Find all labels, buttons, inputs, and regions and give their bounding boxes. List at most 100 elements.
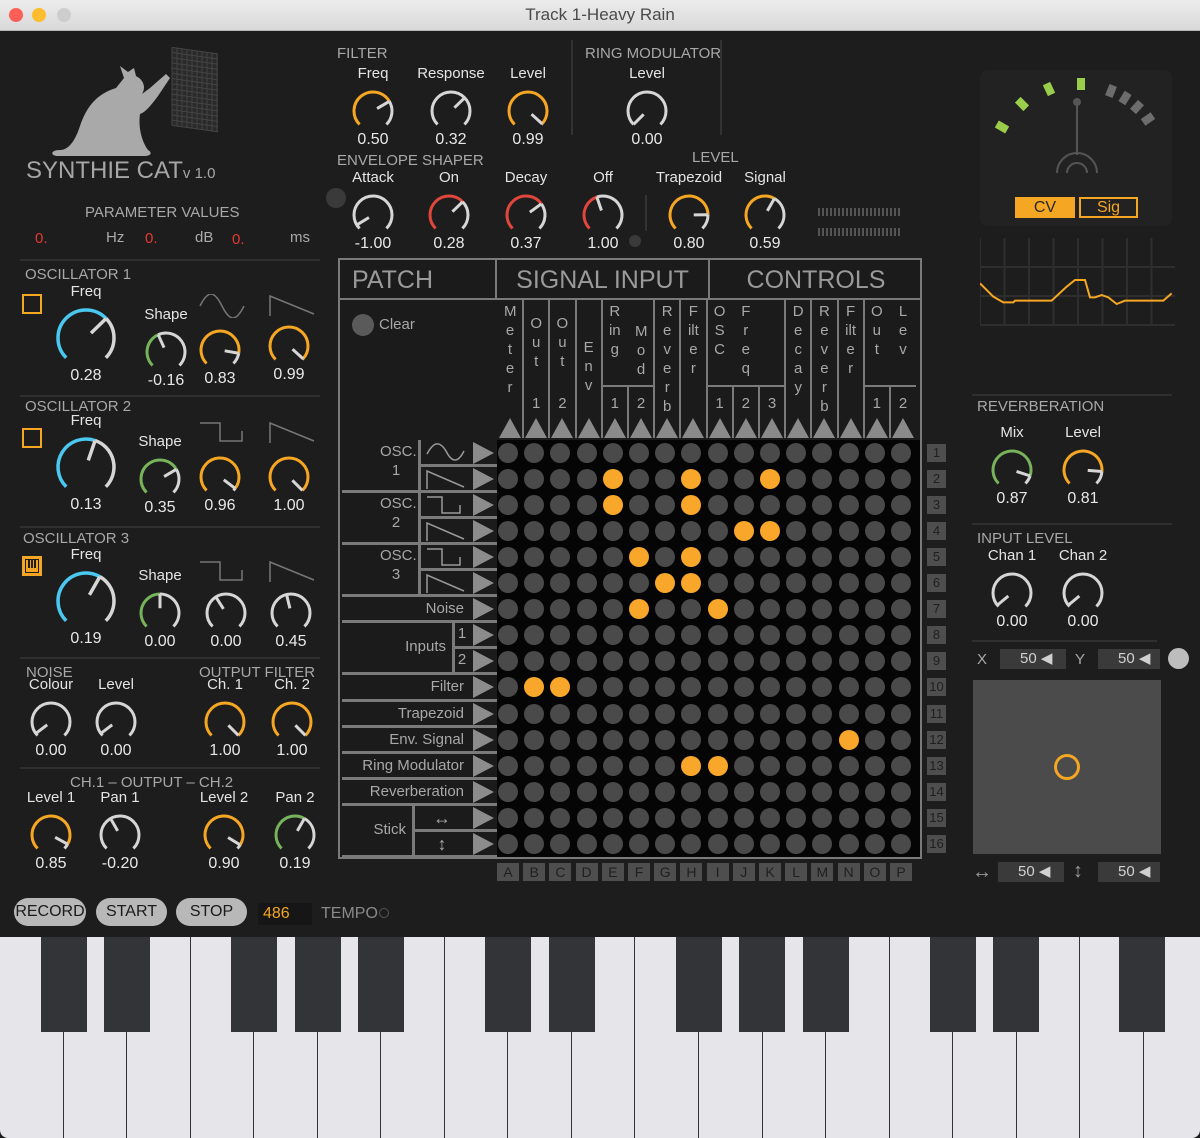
matrix-cell-B7[interactable] bbox=[524, 599, 545, 620]
matrix-cell-K8[interactable] bbox=[760, 625, 780, 646]
matrix-cell-B6[interactable] bbox=[524, 573, 545, 594]
xy-pad[interactable] bbox=[973, 680, 1161, 854]
row-output-triangle[interactable] bbox=[473, 650, 494, 673]
matrix-cell-E13[interactable] bbox=[602, 755, 623, 776]
matrix-cell-O8[interactable] bbox=[864, 625, 885, 646]
matrix-cell-G5[interactable] bbox=[655, 547, 676, 568]
matrix-cell-B4[interactable] bbox=[524, 521, 545, 542]
matrix-cell-E3[interactable] bbox=[602, 495, 623, 516]
piano-black-key[interactable] bbox=[231, 937, 277, 1032]
matrix-cell-J11[interactable] bbox=[733, 703, 754, 724]
matrix-cell-N15[interactable] bbox=[838, 807, 859, 828]
matrix-cell-P16[interactable] bbox=[891, 833, 911, 854]
row-output-triangle[interactable] bbox=[473, 624, 494, 647]
matrix-cell-H2[interactable] bbox=[681, 469, 702, 490]
matrix-cell-A1[interactable] bbox=[498, 443, 518, 463]
matrix-cell-E2[interactable] bbox=[602, 469, 623, 490]
knob-dial[interactable] bbox=[28, 699, 74, 745]
matrix-cell-M1[interactable] bbox=[812, 443, 833, 463]
matrix-cell-L6[interactable] bbox=[786, 573, 807, 594]
matrix-cell-I10[interactable] bbox=[707, 677, 728, 698]
knob-dial[interactable] bbox=[989, 447, 1035, 493]
piano-black-key[interactable] bbox=[739, 937, 785, 1032]
matrix-cell-E6[interactable] bbox=[602, 573, 623, 594]
matrix-cell-C6[interactable] bbox=[550, 573, 571, 594]
matrix-cell-K16[interactable] bbox=[760, 833, 780, 854]
matrix-cell-B3[interactable] bbox=[524, 495, 545, 516]
matrix-cell-F1[interactable] bbox=[629, 443, 649, 463]
matrix-cell-K15[interactable] bbox=[760, 807, 780, 828]
matrix-cell-O1[interactable] bbox=[864, 443, 885, 463]
matrix-cell-O15[interactable] bbox=[864, 807, 885, 828]
matrix-cell-J8[interactable] bbox=[733, 625, 754, 646]
matrix-cell-O11[interactable] bbox=[864, 703, 885, 724]
matrix-cell-J3[interactable] bbox=[733, 495, 754, 516]
piano-black-key[interactable] bbox=[358, 937, 404, 1032]
matrix-cell-O9[interactable] bbox=[864, 651, 885, 672]
matrix-cell-A14[interactable] bbox=[498, 781, 518, 802]
matrix-cell-J7[interactable] bbox=[733, 599, 754, 620]
matrix-cell-P6[interactable] bbox=[891, 573, 911, 594]
matrix-cell-J9[interactable] bbox=[733, 651, 754, 672]
matrix-cell-J2[interactable] bbox=[733, 469, 754, 490]
matrix-cell-B2[interactable] bbox=[524, 469, 545, 490]
matrix-cell-P10[interactable] bbox=[891, 677, 911, 698]
matrix-cell-K2[interactable] bbox=[760, 469, 780, 490]
matrix-cell-L9[interactable] bbox=[786, 651, 807, 672]
matrix-cell-J5[interactable] bbox=[733, 547, 754, 568]
envelope-trigger-button[interactable] bbox=[326, 188, 346, 208]
knob-dial[interactable] bbox=[272, 812, 318, 858]
sig-mode-button[interactable]: Sig bbox=[1079, 197, 1138, 218]
osc2-enable-checkbox[interactable] bbox=[22, 428, 42, 448]
matrix-cell-M4[interactable] bbox=[812, 521, 833, 542]
matrix-cell-A9[interactable] bbox=[498, 651, 518, 672]
knob-dial[interactable] bbox=[503, 192, 549, 238]
matrix-cell-E8[interactable] bbox=[602, 625, 623, 646]
matrix-cell-K11[interactable] bbox=[760, 703, 780, 724]
matrix-cell-P14[interactable] bbox=[891, 781, 911, 802]
clear-button[interactable] bbox=[352, 314, 374, 336]
matrix-cell-F2[interactable] bbox=[629, 469, 649, 490]
knob-dial[interactable] bbox=[989, 570, 1035, 616]
piano-black-key[interactable] bbox=[485, 937, 531, 1032]
matrix-cell-B8[interactable] bbox=[524, 625, 545, 646]
knob-dial[interactable] bbox=[54, 306, 118, 370]
matrix-cell-G1[interactable] bbox=[655, 443, 676, 463]
knob-dial[interactable] bbox=[137, 590, 183, 636]
matrix-cell-N16[interactable] bbox=[838, 833, 859, 854]
record-button[interactable]: RECORD bbox=[14, 898, 86, 926]
knob-dial[interactable] bbox=[28, 812, 74, 858]
matrix-cell-B1[interactable] bbox=[524, 443, 545, 463]
knob-dial[interactable] bbox=[54, 435, 118, 499]
matrix-cell-L7[interactable] bbox=[786, 599, 807, 620]
matrix-cell-B9[interactable] bbox=[524, 651, 545, 672]
piano-black-key[interactable] bbox=[929, 937, 976, 1032]
matrix-cell-F5[interactable] bbox=[629, 547, 649, 568]
piano-black-key[interactable] bbox=[104, 937, 150, 1032]
matrix-cell-I15[interactable] bbox=[707, 807, 728, 828]
matrix-cell-E5[interactable] bbox=[602, 547, 623, 568]
matrix-cell-D2[interactable] bbox=[576, 469, 597, 490]
matrix-cell-C3[interactable] bbox=[550, 495, 571, 516]
matrix-cell-G13[interactable] bbox=[655, 755, 676, 776]
matrix-cell-O3[interactable] bbox=[864, 495, 885, 516]
matrix-cell-N11[interactable] bbox=[838, 703, 859, 724]
matrix-cell-L5[interactable] bbox=[786, 547, 807, 568]
row-output-triangle[interactable] bbox=[473, 806, 494, 829]
matrix-cell-D11[interactable] bbox=[576, 703, 597, 724]
matrix-cell-G8[interactable] bbox=[655, 625, 676, 646]
matrix-cell-N7[interactable] bbox=[838, 599, 859, 620]
matrix-cell-I16[interactable] bbox=[707, 833, 728, 854]
matrix-cell-P15[interactable] bbox=[891, 807, 911, 828]
row-output-triangle[interactable] bbox=[473, 546, 494, 569]
matrix-cell-N4[interactable] bbox=[838, 521, 859, 542]
matrix-cell-F13[interactable] bbox=[629, 755, 649, 776]
row-output-triangle[interactable] bbox=[473, 728, 494, 751]
knob-dial[interactable] bbox=[202, 699, 248, 745]
matrix-cell-K14[interactable] bbox=[760, 781, 780, 802]
piano-black-key[interactable] bbox=[1119, 937, 1165, 1032]
matrix-cell-F12[interactable] bbox=[629, 729, 649, 750]
matrix-cell-L14[interactable] bbox=[786, 781, 807, 802]
row-output-triangle[interactable] bbox=[473, 494, 494, 517]
matrix-cell-F16[interactable] bbox=[629, 833, 649, 854]
